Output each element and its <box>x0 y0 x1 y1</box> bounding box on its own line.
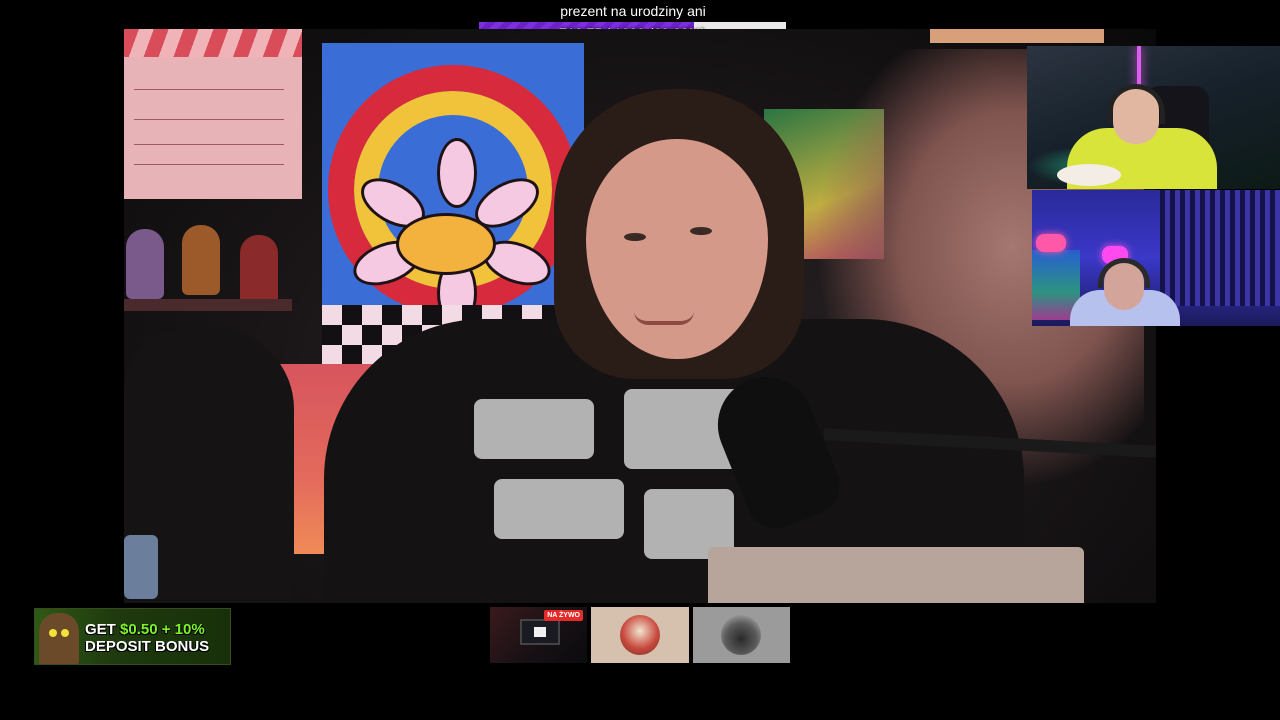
stream-thumbnail-2[interactable] <box>591 607 689 663</box>
flower-painting <box>322 43 584 365</box>
funko-figure <box>126 229 164 299</box>
shelf <box>124 299 292 311</box>
funko-figure <box>240 235 278 305</box>
ad-subline: DEPOSIT BONUS <box>85 638 210 655</box>
eye <box>690 227 712 235</box>
goal-title: prezent na urodziny ani <box>560 3 706 19</box>
mascot-icon <box>39 613 79 664</box>
deposit-bonus-ad[interactable]: GET $0.50 + 10% DEPOSIT BONUS <box>34 608 231 665</box>
ad-headline: GET $0.50 + 10% <box>85 621 205 638</box>
webcam-overlay-1[interactable] <box>1027 46 1280 189</box>
stream-thumbnail-3[interactable] <box>693 607 790 663</box>
phone <box>124 535 158 599</box>
laptop <box>708 547 1084 603</box>
stream-thumbnail-live[interactable]: NA ŻYWO <box>490 607 587 663</box>
clapperboard-decor <box>124 29 302 199</box>
eye <box>624 233 646 241</box>
funko-figure <box>182 225 220 295</box>
live-badge: NA ŻYWO <box>544 610 583 621</box>
avatar <box>620 615 660 655</box>
avatar <box>721 615 761 655</box>
wall-frame <box>930 29 1104 43</box>
main-stream-video[interactable] <box>124 29 1156 603</box>
webcam-overlay-2[interactable] <box>1032 190 1280 326</box>
mouth <box>634 311 694 325</box>
